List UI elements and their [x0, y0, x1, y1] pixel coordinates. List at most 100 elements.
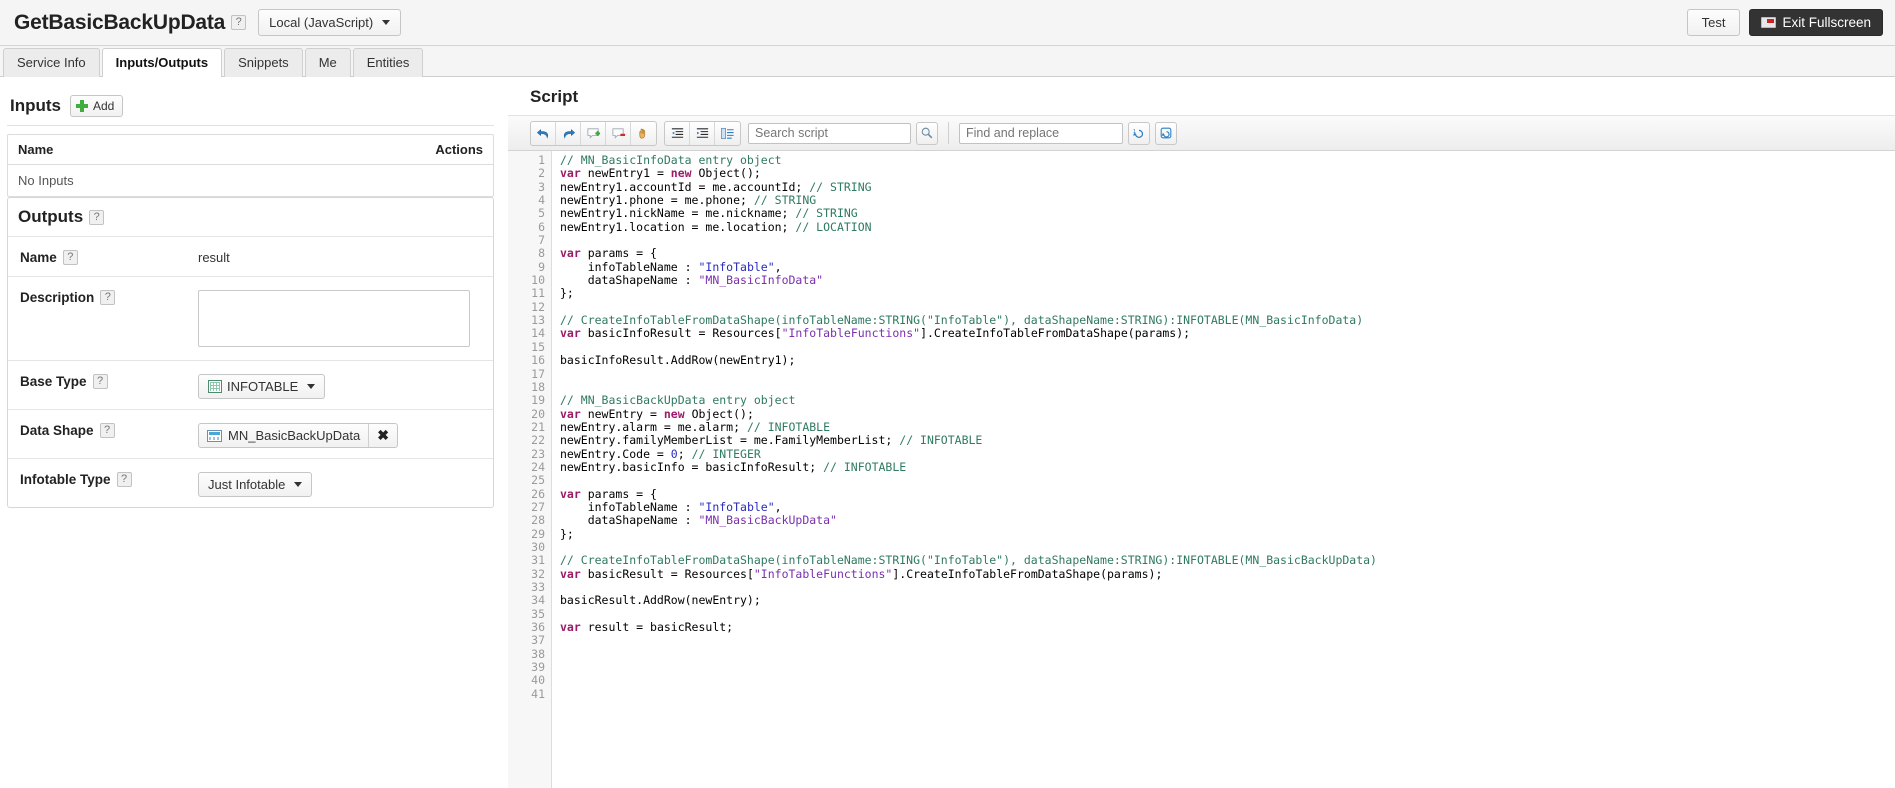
monitor-icon [1761, 17, 1777, 28]
code-line[interactable] [560, 234, 1895, 247]
code-line[interactable]: var params = { [560, 487, 1895, 501]
outdent-icon[interactable] [665, 121, 690, 145]
code-token: newEntry.familyMemberList = me.FamilyMem… [560, 433, 900, 448]
base-type-dropdown[interactable]: INFOTABLE [198, 374, 326, 399]
code-line[interactable] [560, 661, 1895, 674]
code-line[interactable]: var newEntry = new Object(); [560, 406, 1895, 421]
tab-entities[interactable]: Entities [352, 48, 424, 77]
code-line[interactable]: newEntry1.accountId = me.accountId; // S… [560, 180, 1895, 194]
code-token: infoTableName : [560, 499, 699, 514]
code-line[interactable]: newEntry.Code = 0; // INTEGER [560, 446, 1895, 461]
infotable-type-dropdown[interactable]: Just Infotable [198, 472, 313, 497]
tab-snippets[interactable]: Snippets [224, 48, 303, 77]
code-line[interactable]: newEntry1.phone = me.phone; // STRING [560, 193, 1895, 207]
code-line[interactable]: newEntry1.location = me.location; // LOC… [560, 220, 1895, 234]
outputs-help-icon[interactable]: ? [89, 209, 105, 225]
add-comment-icon[interactable] [581, 121, 606, 145]
indent-icon[interactable] [690, 121, 715, 145]
code-line[interactable]: newEntry1.nickName = me.nickname; // STR… [560, 207, 1895, 220]
line-number: 32 [531, 566, 545, 581]
code-token: var [560, 326, 581, 341]
code-token: ].CreateInfoTableFromDataShape(params); [920, 326, 1191, 341]
code-token: "InfoTableFunctions" [753, 566, 893, 581]
line-number: 31 [531, 553, 545, 568]
replace-one-icon[interactable]: 1 [1128, 121, 1150, 145]
code-line[interactable]: basicResult.AddRow(newEntry); [560, 594, 1895, 607]
code-line[interactable]: newEntry.familyMemberList = me.FamilyMem… [560, 434, 1895, 447]
line-number: 12 [531, 299, 545, 314]
code-token: newEntry = [580, 406, 664, 421]
output-description-textarea[interactable] [198, 290, 470, 347]
code-line[interactable]: basicInfoResult.AddRow(newEntry1); [560, 353, 1895, 367]
code-line[interactable] [560, 608, 1895, 621]
title-help-icon[interactable]: ? [231, 15, 247, 30]
output-base-type-help-icon[interactable]: ? [92, 374, 108, 389]
code-token: // MN_BasicBackUpData entry object [560, 393, 796, 408]
hand-snippet-icon[interactable] [631, 122, 656, 145]
tab-inputs-outputs[interactable]: Inputs/Outputs [101, 48, 223, 77]
output-data-shape-help-icon[interactable]: ? [99, 423, 115, 438]
format-code-icon[interactable] [715, 122, 740, 145]
search-icon[interactable] [916, 121, 938, 145]
code-line[interactable] [560, 541, 1895, 554]
exit-fullscreen-button[interactable]: Exit Fullscreen [1749, 9, 1883, 36]
search-script-input[interactable] [748, 122, 911, 144]
code-line[interactable] [560, 301, 1895, 314]
inputs-column-actions: Actions [226, 135, 493, 165]
line-number: 35 [531, 606, 545, 621]
code-line[interactable]: dataShapeName : "MN_BasicInfoData" [560, 273, 1895, 287]
line-number: 20 [531, 406, 545, 421]
line-number: 23 [531, 446, 545, 461]
output-description-help-icon[interactable]: ? [100, 290, 116, 305]
code-line[interactable]: var newEntry1 = new Object(); [560, 167, 1895, 180]
code-line[interactable] [560, 381, 1895, 394]
code-line[interactable] [560, 341, 1895, 354]
data-shape-chip-label-wrap[interactable]: MN_BasicBackUpData [199, 424, 368, 447]
code-token: 0 [670, 446, 678, 461]
code-line[interactable]: // MN_BasicBackUpData entry object [560, 394, 1895, 407]
output-infotable-type-help-icon[interactable]: ? [116, 472, 132, 487]
code-editor[interactable]: 1 2 3 4 5 6 7 8 9 10 11 12 13 14 15 16 17 18 19 20 21 22 23 24 2… [508, 151, 1895, 788]
code-line[interactable] [560, 648, 1895, 661]
code-line[interactable]: }; [560, 287, 1895, 300]
code-line[interactable] [560, 474, 1895, 487]
code-line[interactable] [560, 581, 1895, 594]
chevron-down-icon [294, 482, 303, 487]
find-and-replace-input[interactable] [959, 122, 1123, 144]
tab-service-info[interactable]: Service Info [3, 48, 100, 77]
code-line[interactable]: var basicInfoResult = Resources["InfoTab… [560, 327, 1895, 340]
code-line[interactable] [560, 674, 1895, 687]
code-token: newEntry.Code = [560, 446, 671, 461]
line-number: 33 [531, 580, 545, 594]
code-line[interactable] [560, 688, 1895, 701]
code-line[interactable]: var params = { [560, 247, 1895, 260]
output-name-help-icon[interactable]: ? [62, 250, 78, 265]
replace-all-icon[interactable] [1155, 121, 1177, 145]
data-shape-remove-icon[interactable]: ✖ [368, 424, 397, 447]
data-shape-chip[interactable]: MN_BasicBackUpData ✖ [198, 423, 398, 448]
tab-me[interactable]: Me [304, 48, 351, 77]
code-line[interactable]: infoTableName : "InfoTable", [560, 260, 1895, 274]
code-line[interactable]: var basicResult = Resources["InfoTableFu… [560, 566, 1895, 581]
code-line[interactable]: infoTableName : "InfoTable", [560, 499, 1895, 514]
code-line[interactable]: dataShapeName : "MN_BasicBackUpData" [560, 514, 1895, 527]
code-line[interactable]: newEntry.alarm = me.alarm; // INFOTABLE [560, 420, 1895, 434]
remove-comment-icon[interactable] [606, 121, 631, 145]
output-name-value-wrap: result [198, 247, 481, 265]
add-input-button[interactable]: Add [70, 95, 124, 117]
code-line[interactable] [560, 634, 1895, 647]
test-button[interactable]: Test [1686, 9, 1741, 36]
code-line[interactable]: var result = basicResult; [560, 620, 1895, 635]
code-line[interactable]: // CreateInfoTableFromDataShape(infoTabl… [560, 554, 1895, 567]
code-line[interactable] [560, 368, 1895, 381]
handler-language-dropdown[interactable]: Local (JavaScript) [258, 9, 402, 36]
code-line[interactable]: // CreateInfoTableFromDataShape(infoTabl… [560, 313, 1895, 327]
code-line[interactable]: newEntry.basicInfo = basicInfoResult; //… [560, 460, 1895, 474]
code-content[interactable]: // MN_BasicInfoData entry object var newE… [552, 151, 1895, 788]
code-line[interactable]: // MN_BasicInfoData entry object [560, 153, 1895, 167]
code-line[interactable]: }; [560, 527, 1895, 541]
output-base-type-row: Base Type ? INFOTABLE [8, 360, 493, 409]
redo-icon[interactable] [556, 121, 581, 145]
undo-icon[interactable] [531, 121, 556, 145]
code-token: result = basicResult; [580, 620, 734, 635]
